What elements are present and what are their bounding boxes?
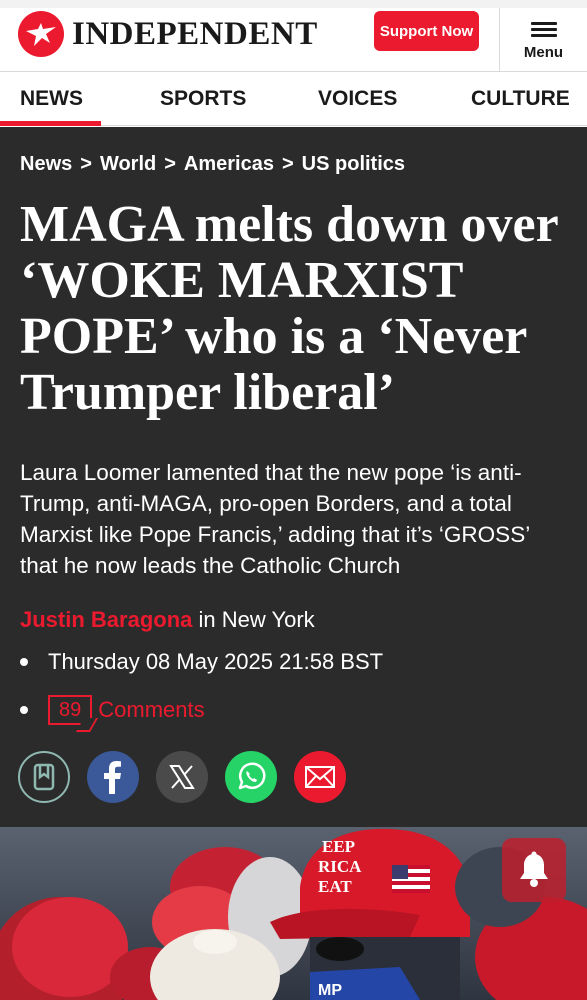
whatsapp-icon xyxy=(238,762,266,790)
breadcrumb-news[interactable]: News xyxy=(20,153,72,175)
nav-item-voices[interactable]: VOICES xyxy=(318,72,397,126)
hat-text: EEP xyxy=(322,837,355,856)
nav-item-news[interactable]: NEWS xyxy=(20,72,83,126)
site-logo[interactable]: INDEPENDENT xyxy=(18,10,318,58)
breadcrumb-separator: > xyxy=(164,153,176,175)
menu-label: Menu xyxy=(523,44,564,61)
x-share-button[interactable] xyxy=(156,751,208,803)
bell-icon xyxy=(520,851,548,887)
svg-text:RICA: RICA xyxy=(318,857,362,876)
x-icon xyxy=(169,765,195,789)
author-location: in New York xyxy=(198,607,315,632)
top-strip xyxy=(0,0,587,8)
breadcrumb-separator: > xyxy=(281,153,294,175)
bookmark-icon xyxy=(33,763,55,791)
publish-date: Thursday 08 May 2025 21:58 BST xyxy=(48,649,384,674)
notification-bell-button[interactable] xyxy=(502,838,566,902)
comments-row[interactable]: 89 Comments xyxy=(20,695,205,725)
svg-text:EAT: EAT xyxy=(318,877,352,896)
article-standfirst: Laura Loomer lamented that the new pope … xyxy=(20,460,530,578)
support-now-button[interactable]: Support Now xyxy=(374,11,479,51)
logo-wordmark: INDEPENDENT xyxy=(72,15,318,52)
breadcrumb-us-politics[interactable]: US politics xyxy=(302,153,405,175)
breadcrumb: News > World > Americas > US politics xyxy=(20,153,405,176)
comments-link[interactable]: Comments xyxy=(98,697,204,723)
publish-date-row: Thursday 08 May 2025 21:58 BST xyxy=(20,649,383,675)
bullet xyxy=(20,706,28,714)
article-headline: MAGA melts down over ‘WOKE MARXIST POPE’… xyxy=(20,196,558,421)
nav-item-sports[interactable]: SPORTS xyxy=(160,72,246,126)
breadcrumb-world[interactable]: World xyxy=(100,153,156,175)
article-header: News > World > Americas > US politics MAGA mel… xyxy=(0,127,587,827)
breadcrumb-separator: > xyxy=(80,153,92,175)
email-share-button[interactable] xyxy=(294,751,346,803)
bullet xyxy=(20,658,28,666)
site-header: INDEPENDENT Support Now Menu xyxy=(0,0,587,72)
menu-button[interactable]: Menu xyxy=(499,8,587,72)
whatsapp-share-button[interactable] xyxy=(225,751,277,803)
byline: Justin Baragona in New York xyxy=(20,607,315,633)
hero-image: EEP RICA EAT MP xyxy=(0,827,587,1000)
active-nav-indicator xyxy=(0,121,101,126)
email-icon xyxy=(305,766,335,788)
eagle-logo-icon xyxy=(18,11,64,57)
svg-text:MP: MP xyxy=(318,982,342,999)
comment-count-badge[interactable]: 89 xyxy=(48,695,93,725)
section-nav: NEWS SPORTS VOICES CULTURE xyxy=(0,72,587,126)
nav-item-culture[interactable]: CULTURE xyxy=(471,72,570,126)
facebook-share-button[interactable] xyxy=(87,751,139,803)
facebook-icon xyxy=(104,761,121,794)
breadcrumb-americas[interactable]: Americas xyxy=(184,153,274,175)
hamburger-icon xyxy=(530,19,557,40)
author-link[interactable]: Justin Baragona xyxy=(20,607,192,632)
bookmark-button[interactable] xyxy=(18,751,70,803)
